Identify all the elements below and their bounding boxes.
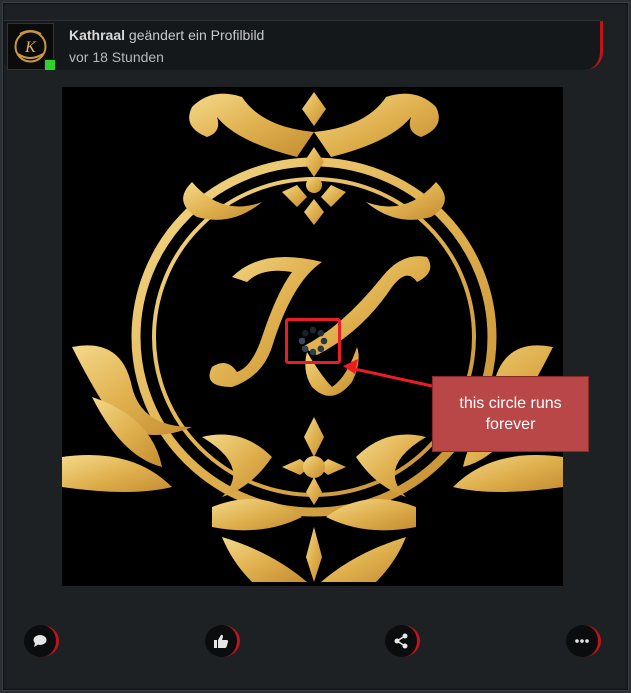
activity-header: K Kathraal geändert ein Profilbild vor 1… (4, 21, 603, 71)
share-icon (394, 633, 408, 649)
avatar[interactable]: K (7, 23, 56, 71)
spinner-highlight-box (285, 318, 341, 364)
more-icon (575, 639, 589, 643)
comment-icon (33, 635, 47, 647)
avatar-letter: K (24, 39, 37, 56)
online-status-badge (44, 59, 56, 71)
like-button[interactable] (205, 625, 240, 657)
share-button[interactable] (385, 625, 420, 657)
author-link[interactable]: Kathraal (69, 27, 125, 43)
timestamp[interactable]: vor 18 Stunden (69, 49, 164, 65)
activity-title: Kathraal geändert ein Profilbild (69, 27, 264, 43)
activity-action-text: geändert ein Profilbild (128, 27, 265, 43)
annotation-callout: this circle runs forever (432, 376, 589, 452)
more-options-button[interactable] (566, 625, 601, 657)
comment-button[interactable] (24, 625, 59, 657)
like-icon (214, 634, 229, 648)
